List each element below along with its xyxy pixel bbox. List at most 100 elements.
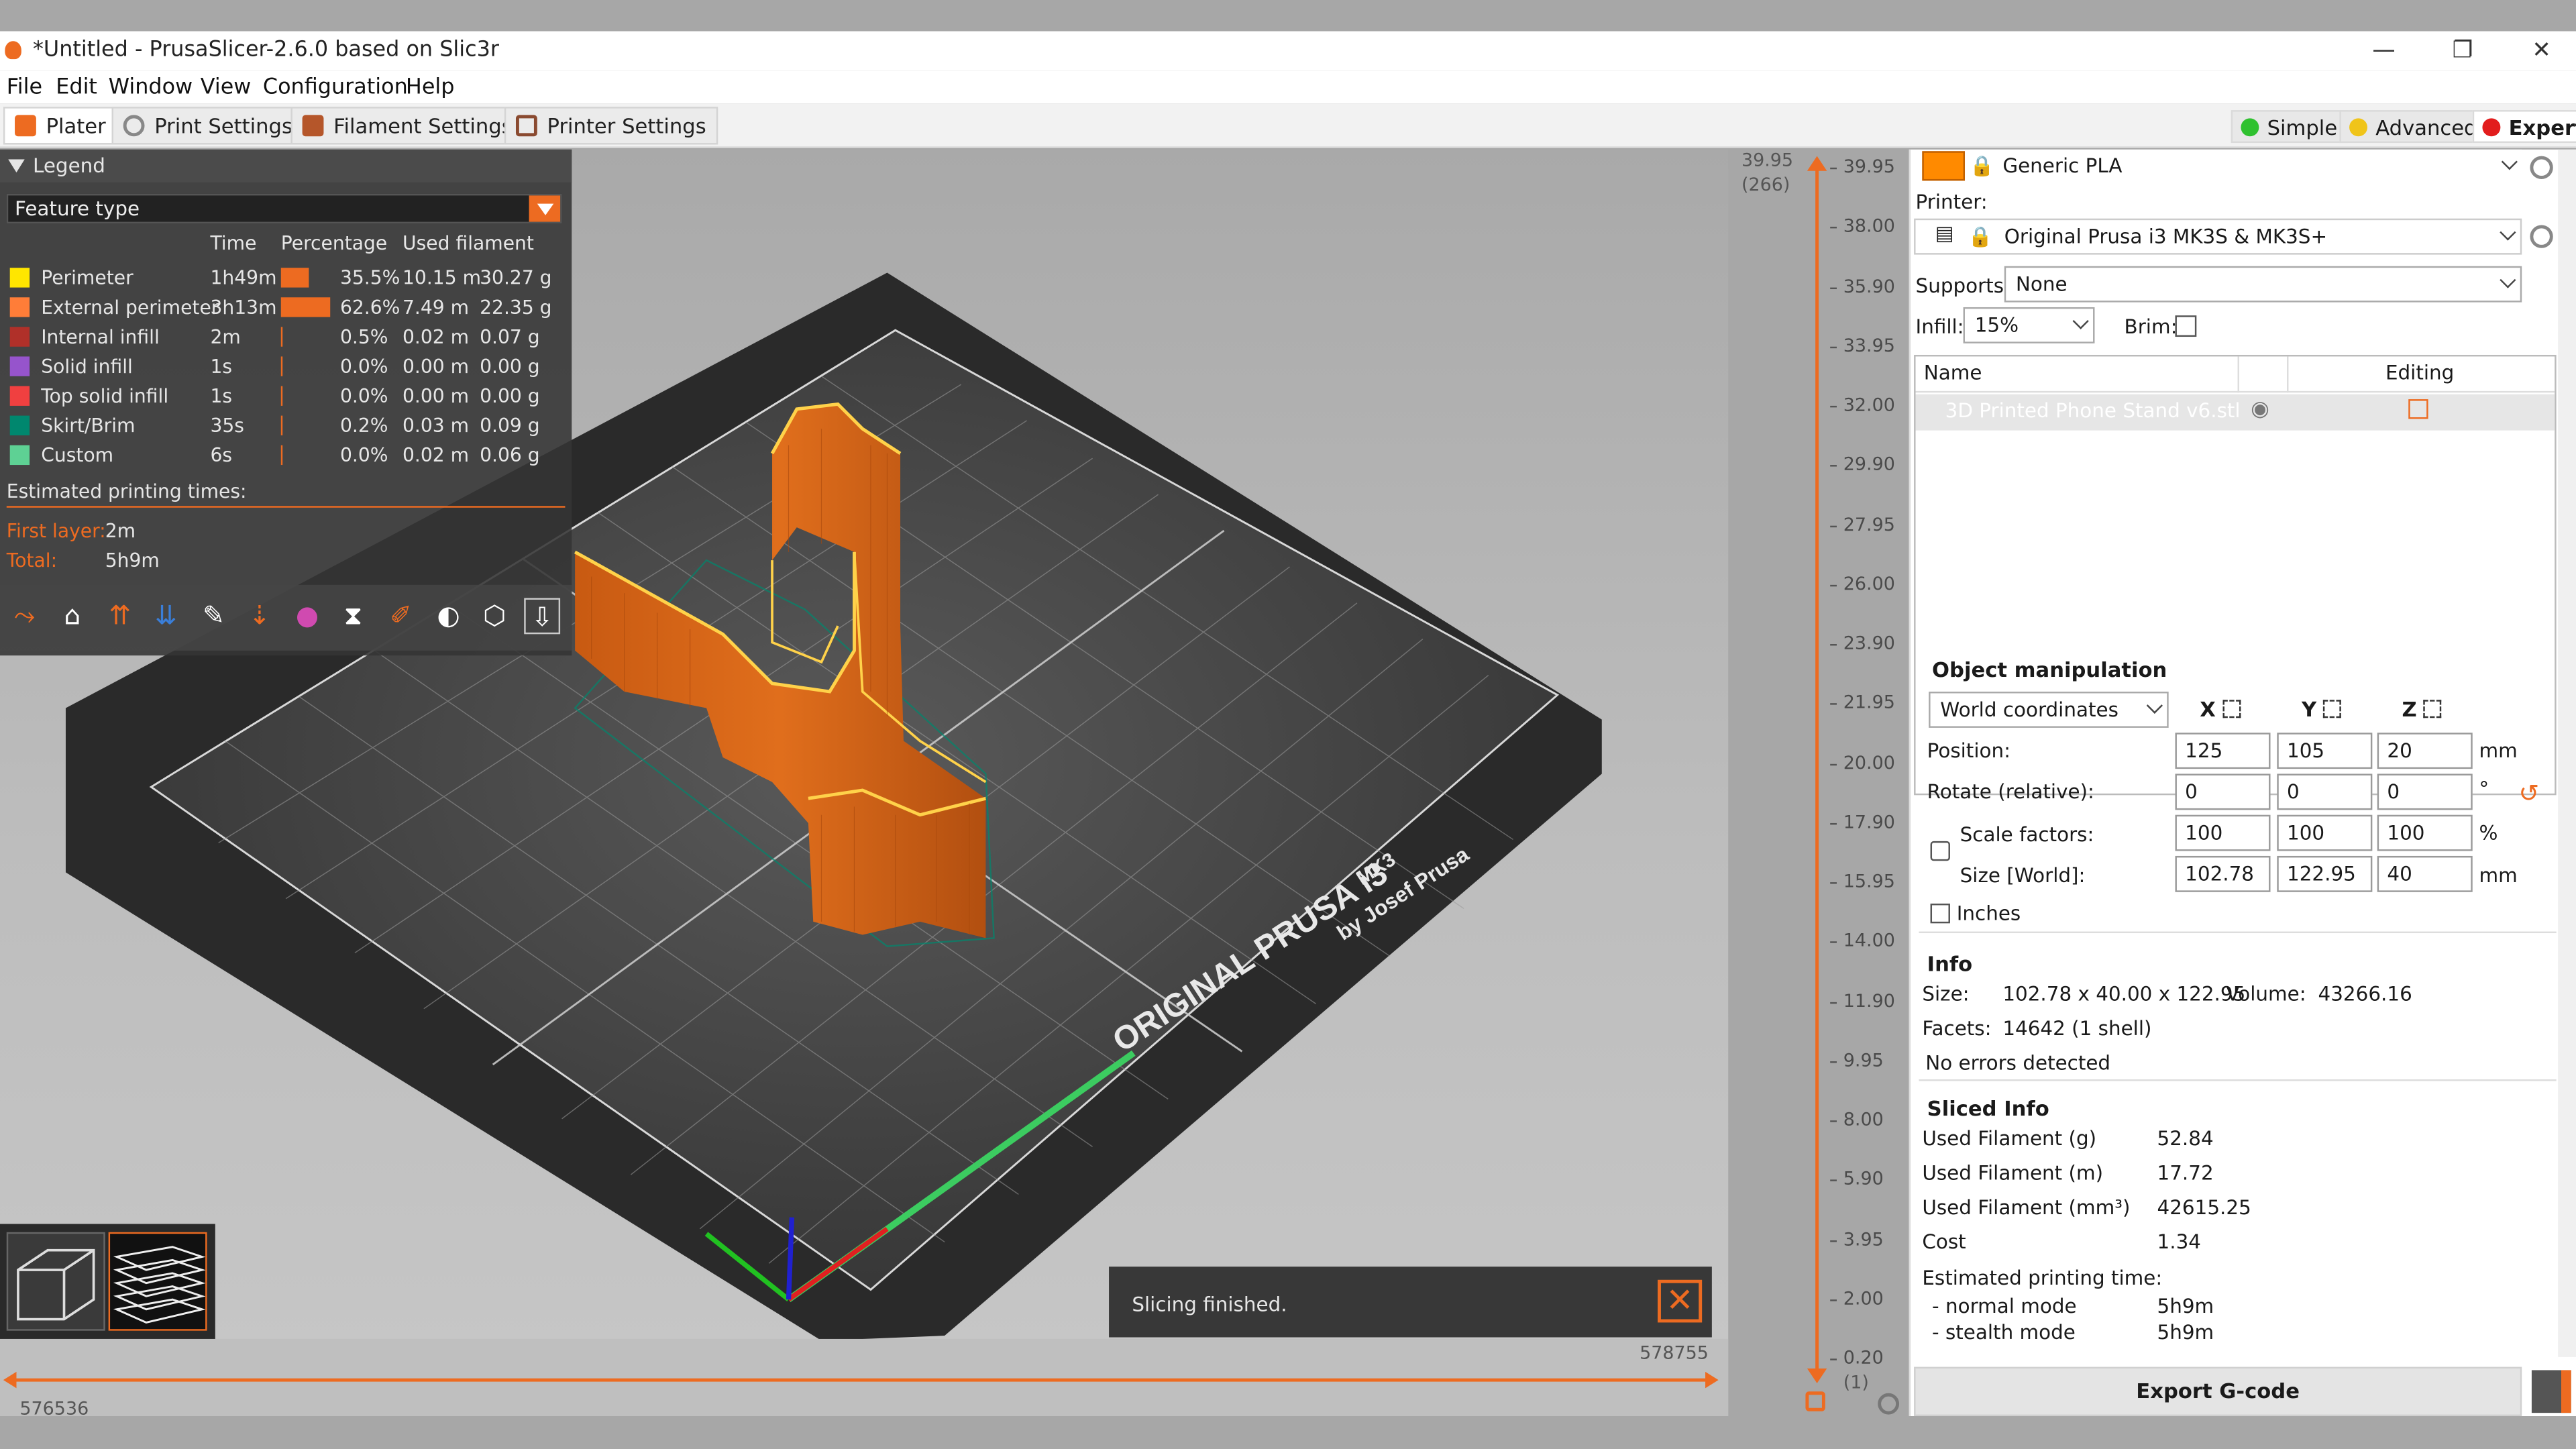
mode-simple-button[interactable]: Simple	[2231, 110, 2347, 144]
legend-row[interactable]: Top solid infill 1s 0.0% 0.00 m 0.00 g	[0, 381, 572, 411]
menu-file[interactable]: File	[7, 76, 42, 101]
deretractions-icon[interactable]: ⇊	[148, 598, 184, 634]
send-to-printer-icon[interactable]	[2531, 1370, 2571, 1413]
col-name[interactable]: Name	[1924, 362, 1982, 384]
tab-print-settings[interactable]: Print Settings	[111, 107, 305, 145]
horizontal-slider-track[interactable]	[9, 1378, 1712, 1382]
color-changes-icon[interactable]: ●	[289, 598, 325, 634]
infill-value: 15%	[1974, 313, 2019, 337]
mode-advanced-button[interactable]: Advanced	[2339, 110, 2487, 144]
tool-changes-icon[interactable]: ⇣	[241, 598, 278, 634]
drop-to-bed-icon[interactable]	[2322, 700, 2341, 718]
filament-gear-icon[interactable]	[2530, 156, 2553, 179]
center-of-gravity-icon[interactable]: ◐	[431, 598, 467, 634]
brim-checkbox[interactable]	[2175, 315, 2197, 337]
size-z-input[interactable]: 40	[2377, 855, 2473, 892]
preview-button[interactable]	[108, 1232, 207, 1331]
supports-select[interactable]: None	[2004, 266, 2522, 303]
chevron-down-icon	[2146, 697, 2163, 714]
minimize-button[interactable]: —	[2345, 32, 2424, 71]
legend-row[interactable]: Internal infill 2m 0.5% 0.02 m 0.07 g	[0, 322, 572, 352]
cog-icon[interactable]	[1878, 1393, 1900, 1415]
position-y-input[interactable]: 105	[2277, 733, 2373, 769]
panel-scrollbar[interactable]	[2558, 149, 2576, 1357]
rotate-z-input[interactable]: 0	[2377, 773, 2473, 810]
vslider-track[interactable]	[1815, 159, 1819, 1379]
vslider-top-handle[interactable]	[1807, 156, 1827, 171]
mode-advanced-label: Advanced	[2375, 114, 2477, 139]
scale-z-input[interactable]: 100	[2377, 814, 2473, 851]
sliced-label-1: Used Filament (m)	[1922, 1161, 2104, 1185]
view-mode-switch	[0, 1224, 215, 1341]
position-z-input[interactable]: 20	[2377, 733, 2473, 769]
vslider-bottom-handle[interactable]	[1807, 1368, 1827, 1384]
printer-gear-icon[interactable]	[2530, 225, 2553, 248]
legend-grams: 30.27 g	[480, 266, 552, 290]
close-window-button[interactable]: ✕	[2502, 32, 2576, 71]
position-x-input[interactable]: 125	[2175, 733, 2271, 769]
export-gcode-button[interactable]: Export G-code	[1914, 1366, 2522, 1417]
legend-row[interactable]: Solid infill 1s 0.0% 0.00 m 0.00 g	[0, 352, 572, 381]
rotate-x-input[interactable]: 0	[2175, 773, 2271, 810]
rotate-y-input[interactable]: 0	[2277, 773, 2373, 810]
drop-to-bed-icon[interactable]	[2423, 700, 2442, 718]
tab-filament-settings[interactable]: Filament Settings	[290, 107, 524, 145]
menu-help[interactable]: Help	[406, 76, 455, 101]
drop-to-bed-icon[interactable]	[2222, 700, 2241, 718]
lock-icon: 🔒	[1968, 225, 1993, 248]
shells-wireframe-icon[interactable]: ⬡	[476, 598, 513, 634]
menu-edit[interactable]: Edit	[56, 76, 97, 101]
legend-percentage-bar	[280, 415, 283, 435]
menu-configuration[interactable]: Configuration	[263, 76, 408, 101]
travel-icon[interactable]: ⤳	[7, 598, 43, 634]
custom-gcode-icon[interactable]: ✐	[383, 598, 419, 634]
legend-row[interactable]: Custom 6s 0.0% 0.02 m 0.06 g	[0, 440, 572, 470]
object-row[interactable]: 3D Printed Phone Stand v6.stl ◉	[1915, 394, 2555, 431]
view-type-select[interactable]: Feature type	[6, 193, 562, 224]
printer-select[interactable]: ▤ 🔒 Original Prusa i3 MK3S & MK3S+	[1914, 218, 2522, 255]
size-x-input[interactable]: 102.78	[2175, 855, 2271, 892]
object-name[interactable]: 3D Printed Phone Stand v6.stl	[1945, 399, 2241, 422]
shells-icon[interactable]: ⌂	[54, 598, 91, 634]
legend-row[interactable]: Skirt/Brim 35s 0.2% 0.03 m 0.09 g	[0, 411, 572, 440]
coordinates-select[interactable]: World coordinates	[1929, 692, 2169, 728]
3d-view-button[interactable]	[6, 1232, 105, 1331]
eye-icon[interactable]: ◉	[2251, 398, 2269, 423]
tool-marker-icon[interactable]: ⇩	[524, 598, 561, 635]
menu-window[interactable]: Window	[109, 76, 193, 101]
menu-view[interactable]: View	[201, 76, 252, 101]
lock-icon[interactable]	[1805, 1391, 1825, 1411]
close-notification-button[interactable]: ✕	[1658, 1279, 1703, 1323]
legend-time: 1s	[210, 354, 233, 378]
legend-row[interactable]: Perimeter 1h49m 35.5% 10.15 m 30.27 g	[0, 263, 572, 292]
size-y-input[interactable]: 122.95	[2277, 855, 2373, 892]
filament-icon	[302, 115, 324, 137]
maximize-button[interactable]: ❐	[2423, 32, 2502, 71]
filament-select[interactable]: 🔒 Generic PLA	[1970, 149, 2522, 186]
scale-y-input[interactable]: 100	[2277, 814, 2373, 851]
mode-expert-button[interactable]: Expert	[2472, 110, 2576, 144]
reset-rotation-icon[interactable]: ↺	[2518, 779, 2539, 808]
chevron-down-icon	[2072, 313, 2089, 329]
legend-header[interactable]: Legend	[0, 149, 572, 182]
retractions-icon[interactable]: ⇈	[102, 598, 138, 634]
dropdown-arrow-icon[interactable]	[529, 195, 561, 222]
infill-select[interactable]: 15%	[1963, 307, 2095, 343]
tab-plater[interactable]: Plater	[3, 107, 117, 145]
lock-scale-icon[interactable]	[1930, 841, 1950, 861]
seams-icon[interactable]: ✎	[195, 598, 231, 634]
slider-left-handle[interactable]	[3, 1371, 17, 1389]
edit-settings-icon[interactable]	[2408, 399, 2428, 419]
legend-row[interactable]: External perimeter 3h13m 62.6% 7.49 m 22.35 …	[0, 292, 572, 322]
pause-prints-icon[interactable]: ⧗	[335, 598, 372, 634]
slider-right-handle[interactable]	[1705, 1371, 1719, 1389]
info-title: Info	[1927, 951, 1973, 976]
col-editing[interactable]: Editing	[2385, 362, 2454, 384]
scale-x-input[interactable]: 100	[2175, 814, 2271, 851]
tab-filament-settings-label: Filament Settings	[333, 113, 513, 138]
tab-printer-settings[interactable]: Printer Settings	[504, 107, 718, 145]
filament-color-swatch[interactable]	[1922, 151, 1966, 181]
inches-checkbox[interactable]	[1930, 903, 1950, 924]
horizontal-slider[interactable]: 578755 576536	[0, 1338, 1729, 1419]
vertical-layer-slider[interactable]: 39.95 (266) (1) 39.95 38.00 35.90 33.95 32.0…	[1728, 149, 1909, 1417]
